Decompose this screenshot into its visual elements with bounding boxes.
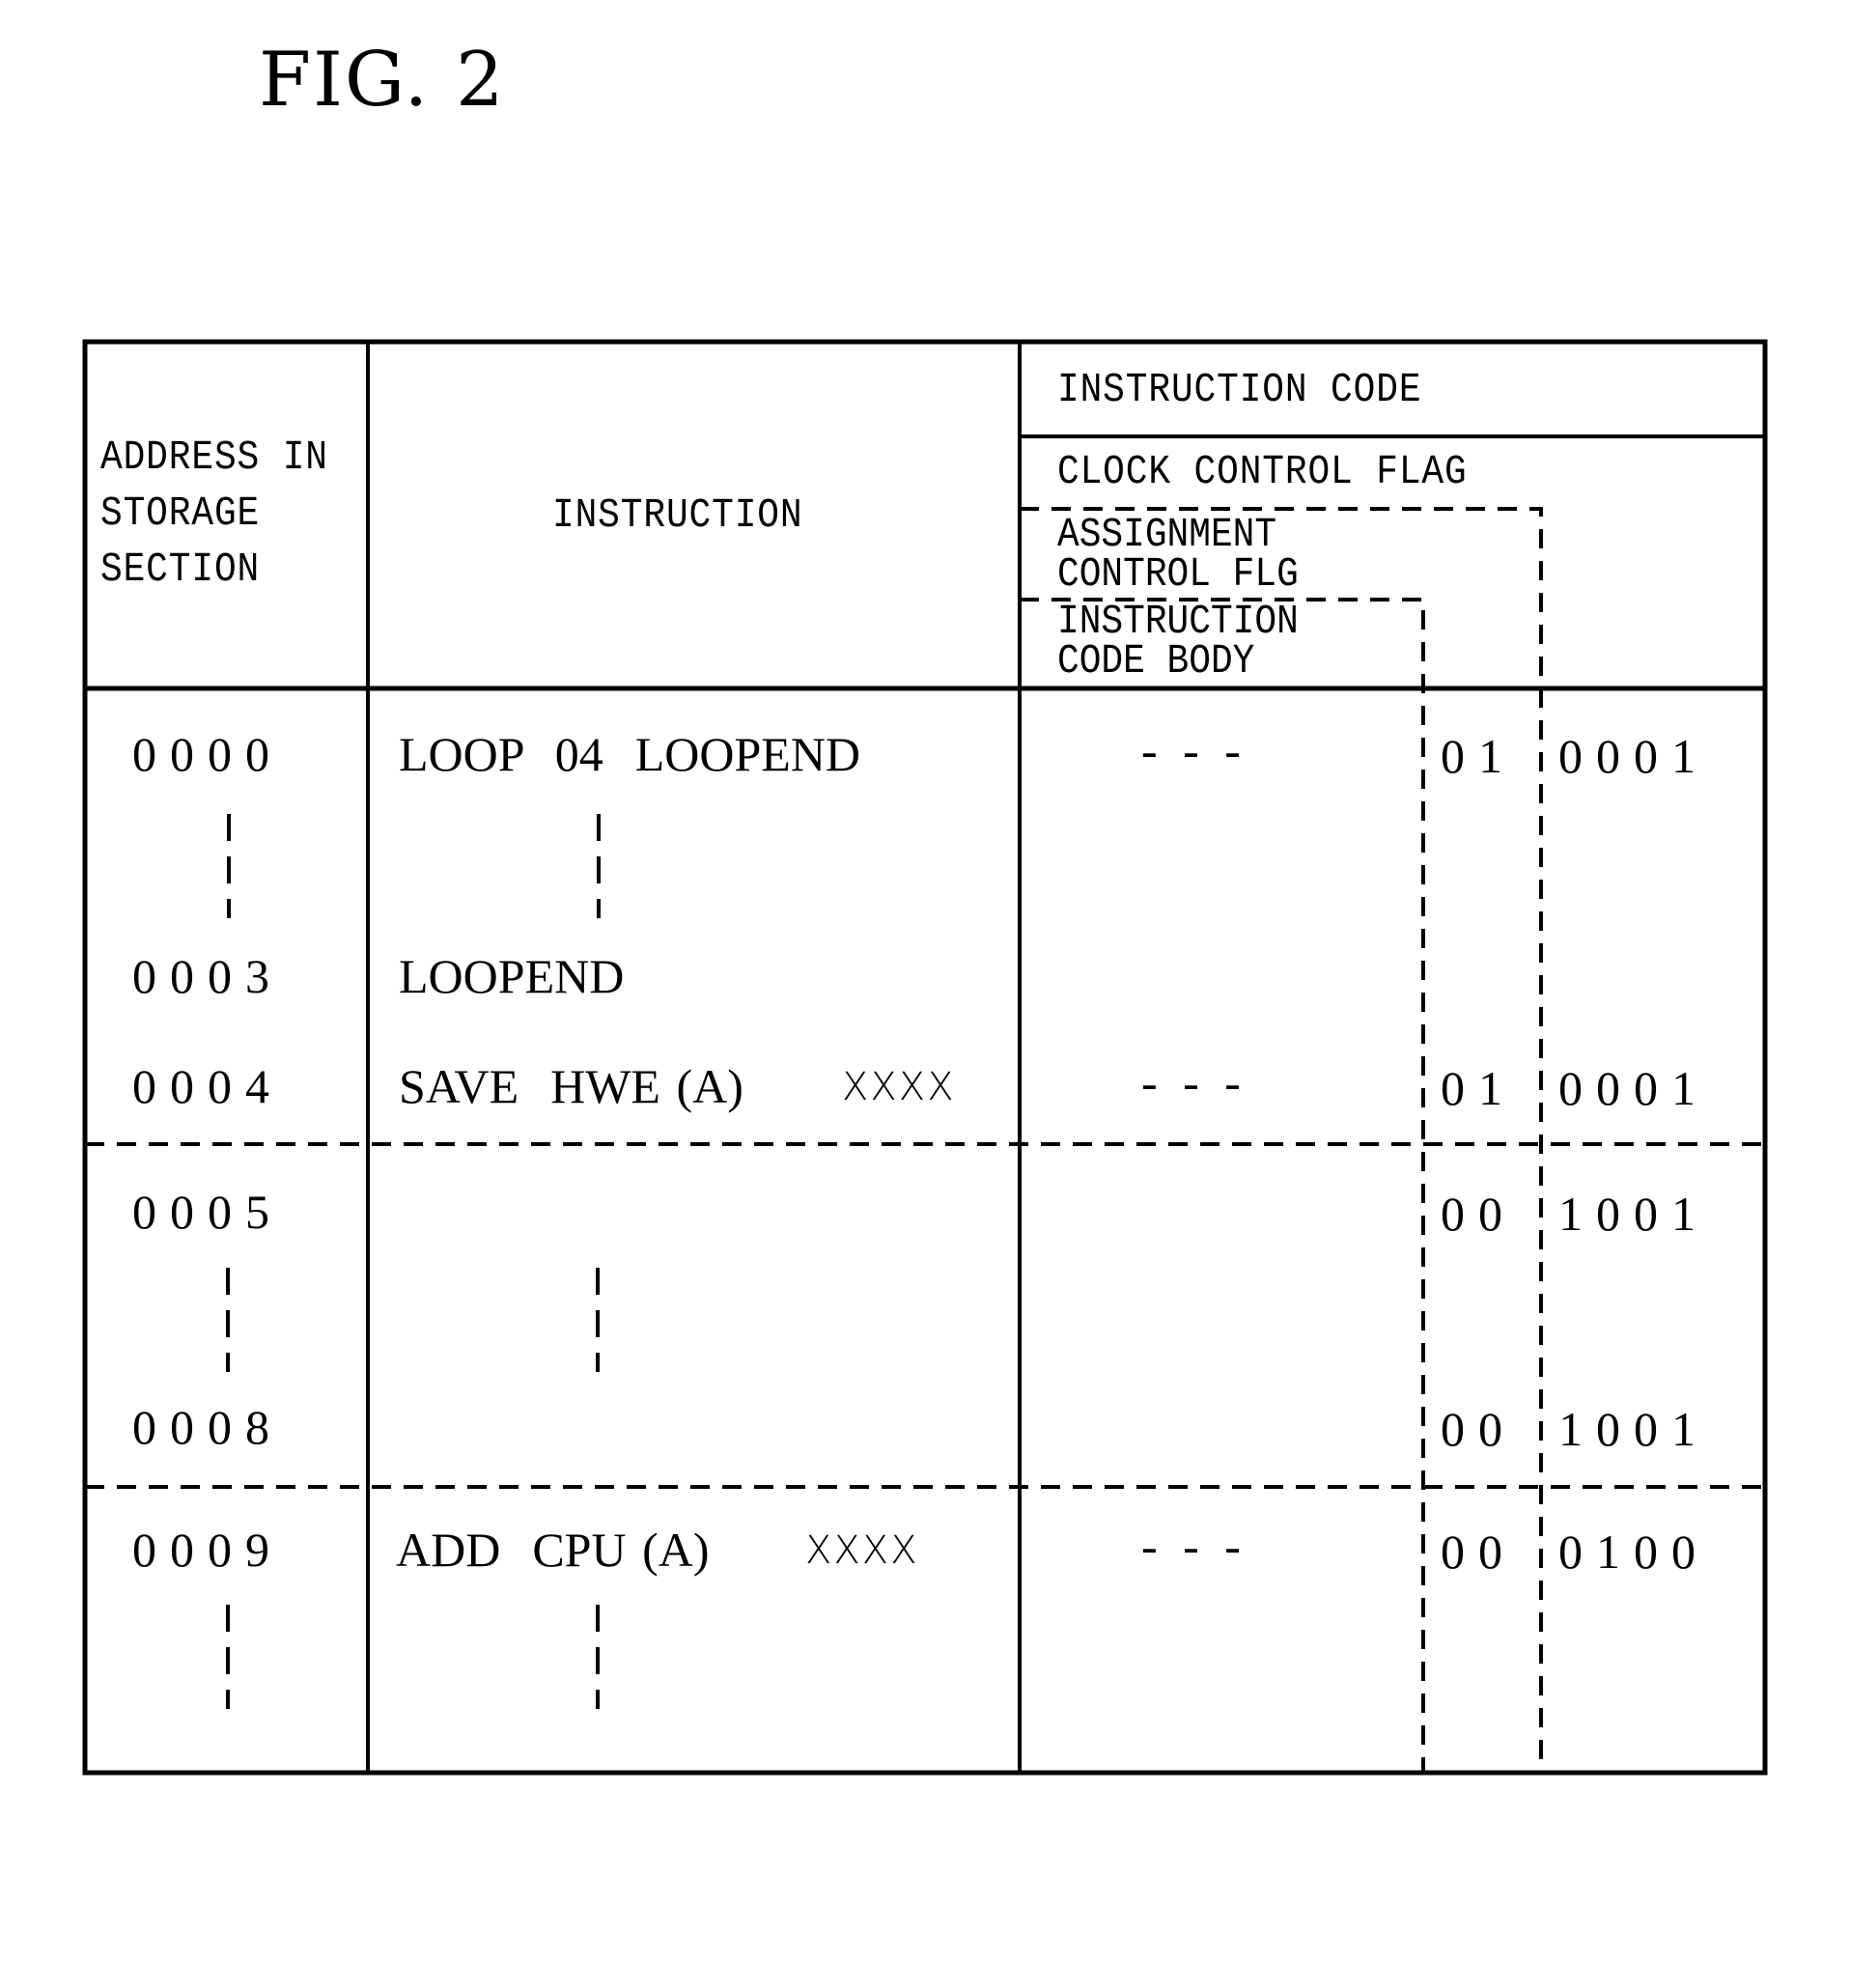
- assignment-flag-cell: 00: [1441, 1402, 1516, 1456]
- header-instruction: INSTRUCTION: [552, 491, 803, 539]
- clock-flag-cell: 1001: [1558, 1187, 1709, 1241]
- clock-flag-cell: 1001: [1558, 1402, 1709, 1456]
- header-assignment-line-2: CONTROL FLG: [1057, 550, 1299, 598]
- operand-cell: XXXX: [842, 1065, 956, 1109]
- code-body-cell: - - -: [1141, 1519, 1241, 1573]
- code-body-cell: - - -: [1141, 1055, 1241, 1109]
- address-cell: 0008: [132, 1400, 283, 1454]
- instruction-cell: LOOP 04 LOOPEND: [399, 727, 861, 781]
- header-address-line-3: SECTION: [100, 546, 261, 593]
- assignment-flag-cell: 01: [1441, 729, 1516, 783]
- clock-flag-cell: 0001: [1558, 729, 1709, 783]
- address-cell: 0000: [132, 727, 283, 781]
- assignment-flag-cell: 00: [1441, 1525, 1516, 1579]
- header-code-body-line-1: INSTRUCTION: [1057, 598, 1299, 645]
- operand-cell: XXXX: [805, 1528, 919, 1573]
- assignment-flag-cell: 01: [1441, 1061, 1516, 1115]
- address-cell: 0003: [132, 949, 283, 1003]
- clock-flag-cell: 0100: [1558, 1525, 1709, 1579]
- clock-flag-bracket: [1020, 507, 1543, 1773]
- code-body-cell: - - -: [1141, 723, 1241, 777]
- instruction-cell: ADD CPU (A): [396, 1523, 710, 1577]
- instruction-cell: SAVE HWE (A): [399, 1059, 743, 1113]
- header-clock-control-flag: CLOCK CONTROL FLAG: [1057, 448, 1468, 495]
- instruction-cell: LOOPEND: [399, 949, 625, 1003]
- clock-flag-cell: 0001: [1558, 1061, 1709, 1115]
- address-cell: 0005: [132, 1185, 283, 1239]
- header-address-line-2: STORAGE: [100, 490, 261, 537]
- assignment-flag-cell: 00: [1441, 1187, 1516, 1241]
- header-instruction-code: INSTRUCTION CODE: [1057, 366, 1422, 413]
- header-address-line-1: ADDRESS IN: [100, 434, 328, 481]
- address-cell: 0009: [132, 1523, 283, 1577]
- address-cell: 0004: [132, 1059, 283, 1113]
- header-code-body-line-2: CODE BODY: [1057, 637, 1255, 685]
- header-assignment-line-1: ASSIGNMENT: [1057, 511, 1277, 558]
